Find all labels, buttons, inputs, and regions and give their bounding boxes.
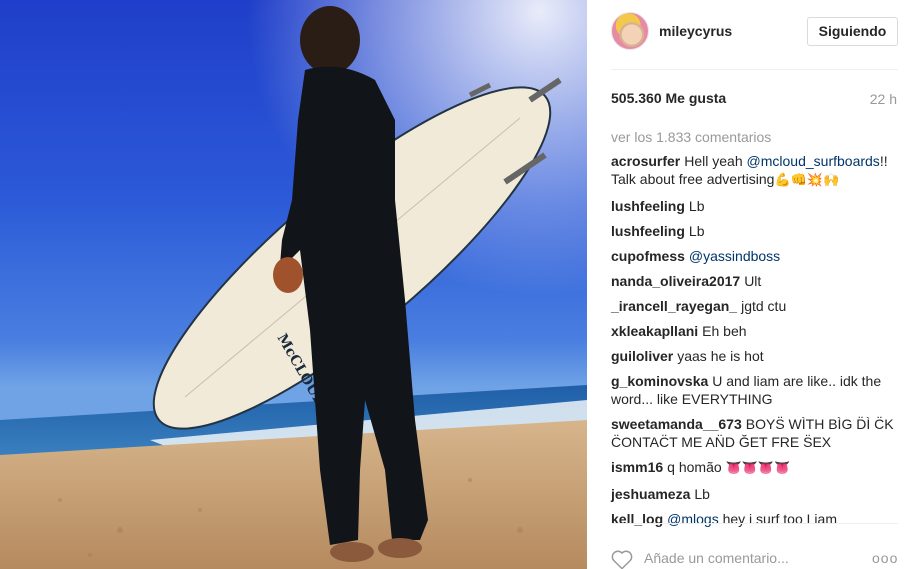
comment-item: lushfeeling Lb [611, 222, 901, 240]
username-link[interactable]: mileycyrus [659, 23, 732, 39]
header-divider [611, 69, 898, 70]
comments-list: acrosurfer Hell yeah @mcloud_surfboards!!… [611, 152, 901, 535]
view-all-comments-link[interactable]: ver los 1.833 comentarios [611, 129, 771, 145]
comment-item: xkleakapllani Eh beh [611, 322, 901, 340]
comment-username[interactable]: lushfeeling [611, 198, 685, 214]
comment-username[interactable]: jeshuameza [611, 486, 690, 502]
comment-item: cupofmess @yassindboss [611, 247, 901, 265]
comment-text: Lb [688, 198, 705, 214]
comment-item: sweetamanda__673 BOYS̈ WÌTH BÌG D̈Ì C̈K C… [611, 415, 901, 451]
avatar[interactable] [611, 12, 649, 50]
comment-item: jeshuameza Lb [611, 485, 901, 503]
post-header: mileycyrus Siguiendo [587, 0, 907, 70]
post-footer: Añade un comentario... ooo [587, 522, 907, 569]
surfer-photo-illustration: McCLOUD [0, 0, 587, 569]
comment-emoji: 💪👊💥🙌 [774, 173, 840, 188]
post-timestamp[interactable]: 22 h [870, 91, 897, 107]
comment-mention-link[interactable]: @mcloud_surfboards [747, 153, 880, 169]
comment-mention-link[interactable]: @yassindboss [689, 248, 780, 264]
comment-username[interactable]: acrosurfer [611, 153, 680, 169]
comment-text: Lb [694, 486, 710, 502]
comment-username[interactable]: guiloliver [611, 348, 673, 364]
comment-item: nanda_oliveira2017 Ult [611, 272, 901, 290]
comment-item: ismm16 q homão 👅👅👅👅 [611, 458, 901, 478]
more-options-icon[interactable]: ooo [872, 550, 898, 566]
comment-item: g_kominovska U and liam are like.. idk th… [611, 372, 901, 408]
comment-text: Ult [744, 273, 762, 289]
comment-item: lushfeeling Lb [611, 197, 901, 215]
comment-text: Lb [688, 223, 705, 239]
comment-text: yaas he is hot [677, 348, 764, 364]
comment-username[interactable]: _irancell_rayegan_ [611, 298, 737, 314]
comment-username[interactable]: sweetamanda__673 [611, 416, 742, 432]
post-photo[interactable]: McCLOUD [0, 0, 587, 569]
following-button[interactable]: Siguiendo [807, 17, 898, 46]
comment-username[interactable]: xkleakapllani [611, 323, 698, 339]
comment-username[interactable]: ismm16 [611, 459, 663, 475]
post-details-panel: mileycyrus Siguiendo 505.360 Me gusta 22… [587, 0, 907, 569]
comment-username[interactable]: cupofmess [611, 248, 685, 264]
likes-count[interactable]: 505.360 Me gusta [611, 90, 726, 106]
comment-text: jgtd ctu [741, 298, 787, 314]
comment-text: q homão [667, 459, 726, 475]
heart-icon[interactable] [611, 550, 633, 569]
comment-username[interactable]: lushfeeling [611, 223, 685, 239]
comment-item: acrosurfer Hell yeah @mcloud_surfboards!!… [611, 152, 901, 190]
comment-item: _irancell_rayegan_ jgtd ctu [611, 297, 901, 315]
add-comment-input[interactable]: Añade un comentario... [644, 550, 789, 566]
comment-emoji: 👅👅👅👅 [725, 461, 791, 476]
comment-text: Hell yeah [684, 153, 747, 169]
comment-item: guiloliver yaas he is hot [611, 347, 901, 365]
comment-text: Eh beh [702, 323, 747, 339]
comment-username[interactable]: g_kominovska [611, 373, 708, 389]
comment-username[interactable]: nanda_oliveira2017 [611, 273, 740, 289]
